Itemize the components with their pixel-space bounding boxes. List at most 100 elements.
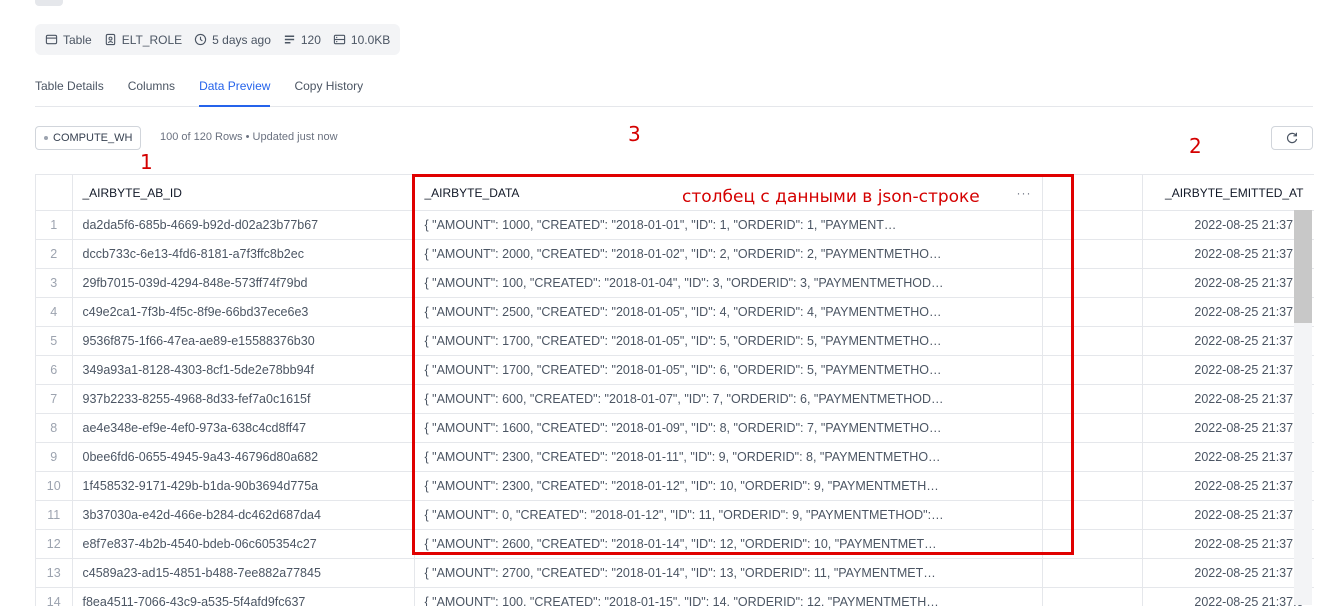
cell-ab-id[interactable]: c4589a23-ad15-4851-b488-7ee882a77845 — [72, 559, 414, 588]
cell-emitted-at[interactable]: 2022-08-25 21:37:0 — [1142, 240, 1314, 269]
table-row[interactable]: 113b37030a-e42d-466e-b284-dc462d687da4{ … — [36, 501, 1314, 530]
cell-ab-id[interactable]: 9536f875-1f66-47ea-ae89-e15588376b30 — [72, 327, 414, 356]
column-header-emitted-at[interactable]: _AIRBYTE_EMITTED_AT — [1142, 175, 1314, 211]
cell-emitted-at[interactable]: 2022-08-25 21:37:0 — [1142, 211, 1314, 240]
cell-data[interactable]: { "AMOUNT": 2500, "CREATED": "2018-01-05… — [414, 298, 1042, 327]
meta-type: Table — [45, 33, 92, 47]
cell-data[interactable]: { "AMOUNT": 1600, "CREATED": "2018-01-09… — [414, 414, 1042, 443]
table-row[interactable]: 14f8ea4511-7066-43c9-a535-5f4afd9fc637{ … — [36, 588, 1314, 606]
cell-ab-id[interactable]: 1f458532-9171-429b-b1da-90b3694d775a — [72, 472, 414, 501]
cell-spacer — [1042, 385, 1142, 414]
top-tab-stub — [35, 0, 63, 6]
cell-ab-id[interactable]: ae4e348e-ef9e-4ef0-973a-638c4cd8ff47 — [72, 414, 414, 443]
meta-role-label: ELT_ROLE — [122, 33, 182, 47]
cell-emitted-at[interactable]: 2022-08-25 21:37:0 — [1142, 588, 1314, 606]
refresh-icon — [1285, 131, 1299, 145]
cell-data[interactable]: { "AMOUNT": 2600, "CREATED": "2018-01-14… — [414, 530, 1042, 559]
cell-data[interactable]: { "AMOUNT": 100, "CREATED": "2018-01-15"… — [414, 588, 1042, 606]
table-row[interactable]: 6349a93a1-8128-4303-8cf1-5de2e78bb94f{ "… — [36, 356, 1314, 385]
rows-icon — [283, 33, 296, 46]
cell-ab-id[interactable]: 3b37030a-e42d-466e-b284-dc462d687da4 — [72, 501, 414, 530]
cell-emitted-at[interactable]: 2022-08-25 21:37:0 — [1142, 559, 1314, 588]
table-row[interactable]: 1da2da5f6-685b-4669-b92d-d02a23b77b67{ "… — [36, 211, 1314, 240]
column-header-ab-id[interactable]: _AIRBYTE_AB_ID — [72, 175, 414, 211]
header-row: _AIRBYTE_AB_ID _AIRBYTE_DATA ··· _AIRBYT… — [36, 175, 1314, 211]
storage-icon — [333, 33, 346, 46]
rows-info: 100 of 120 Rows • Updated just now — [160, 131, 338, 143]
tab-table-details[interactable]: Table Details — [35, 70, 104, 105]
cell-emitted-at[interactable]: 2022-08-25 21:37:0 — [1142, 501, 1314, 530]
tab-columns[interactable]: Columns — [128, 70, 175, 105]
cell-emitted-at[interactable]: 2022-08-25 21:37:0 — [1142, 530, 1314, 559]
cell-ab-id[interactable]: f8ea4511-7066-43c9-a535-5f4afd9fc637 — [72, 588, 414, 606]
cell-data[interactable]: { "AMOUNT": 1000, "CREATED": "2018-01-01… — [414, 211, 1042, 240]
table-row[interactable]: 12e8f7e837-4b2b-4540-bdeb-06c605354c27{ … — [36, 530, 1314, 559]
cell-data[interactable]: { "AMOUNT": 600, "CREATED": "2018-01-07"… — [414, 385, 1042, 414]
table-meta-bar: Table ELT_ROLE 5 days ago 120 10.0KB — [35, 24, 400, 55]
table-row[interactable]: 59536f875-1f66-47ea-ae89-e15588376b30{ "… — [36, 327, 1314, 356]
refresh-button[interactable] — [1271, 126, 1313, 150]
cell-spacer — [1042, 501, 1142, 530]
cell-data[interactable]: { "AMOUNT": 2300, "CREATED": "2018-01-12… — [414, 472, 1042, 501]
cell-ab-id[interactable]: e8f7e837-4b2b-4540-bdeb-06c605354c27 — [72, 530, 414, 559]
table-row[interactable]: 4c49e2ca1-7f3b-4f5c-8f9e-66bd37ece6e3{ "… — [36, 298, 1314, 327]
table-row[interactable]: 90bee6fd6-0655-4945-9a43-46796d80a682{ "… — [36, 443, 1314, 472]
cell-ab-id[interactable]: 349a93a1-8128-4303-8cf1-5de2e78bb94f — [72, 356, 414, 385]
row-number: 13 — [36, 559, 72, 588]
cell-emitted-at[interactable]: 2022-08-25 21:37:0 — [1142, 269, 1314, 298]
row-number: 1 — [36, 211, 72, 240]
cell-data[interactable]: { "AMOUNT": 1700, "CREATED": "2018-01-05… — [414, 327, 1042, 356]
cell-data[interactable]: { "AMOUNT": 0, "CREATED": "2018-01-12", … — [414, 501, 1042, 530]
row-number: 4 — [36, 298, 72, 327]
cell-spacer — [1042, 414, 1142, 443]
cell-spacer — [1042, 298, 1142, 327]
cell-emitted-at[interactable]: 2022-08-25 21:37:0 — [1142, 443, 1314, 472]
cell-ab-id[interactable]: 29fb7015-039d-4294-848e-573ff74f79bd — [72, 269, 414, 298]
table-row[interactable]: 8ae4e348e-ef9e-4ef0-973a-638c4cd8ff47{ "… — [36, 414, 1314, 443]
row-number: 5 — [36, 327, 72, 356]
cell-data[interactable]: { "AMOUNT": 2700, "CREATED": "2018-01-14… — [414, 559, 1042, 588]
cell-spacer — [1042, 240, 1142, 269]
cell-spacer — [1042, 530, 1142, 559]
status-dot-icon — [44, 136, 48, 140]
meta-type-label: Table — [63, 33, 92, 47]
cell-ab-id[interactable]: da2da5f6-685b-4669-b92d-d02a23b77b67 — [72, 211, 414, 240]
cell-emitted-at[interactable]: 2022-08-25 21:37:0 — [1142, 356, 1314, 385]
cell-ab-id[interactable]: 0bee6fd6-0655-4945-9a43-46796d80a682 — [72, 443, 414, 472]
table-row[interactable]: 2dccb733c-6e13-4fd6-8181-a7f3ffc8b2ec{ "… — [36, 240, 1314, 269]
table-row[interactable]: 101f458532-9171-429b-b1da-90b3694d775a{ … — [36, 472, 1314, 501]
cell-spacer — [1042, 472, 1142, 501]
cell-data[interactable]: { "AMOUNT": 2300, "CREATED": "2018-01-11… — [414, 443, 1042, 472]
cell-data[interactable]: { "AMOUNT": 100, "CREATED": "2018-01-04"… — [414, 269, 1042, 298]
cell-emitted-at[interactable]: 2022-08-25 21:37:0 — [1142, 298, 1314, 327]
data-table: _AIRBYTE_AB_ID _AIRBYTE_DATA ··· _AIRBYT… — [36, 175, 1314, 606]
table-row[interactable]: 7937b2233-8255-4968-8d33-fef7a0c1615f{ "… — [36, 385, 1314, 414]
meta-size: 10.0KB — [333, 33, 390, 47]
tab-copy-history[interactable]: Copy History — [294, 70, 363, 105]
table-row[interactable]: 329fb7015-039d-4294-848e-573ff74f79bd{ "… — [36, 269, 1314, 298]
cell-emitted-at[interactable]: 2022-08-25 21:37:0 — [1142, 472, 1314, 501]
row-number: 2 — [36, 240, 72, 269]
cell-emitted-at[interactable]: 2022-08-25 21:37:0 — [1142, 327, 1314, 356]
meta-rows-label: 120 — [301, 33, 321, 47]
tab-bar: Table Details Columns Data Preview Copy … — [35, 70, 1313, 107]
vertical-scrollbar-thumb[interactable] — [1294, 210, 1312, 323]
warehouse-selector[interactable]: COMPUTE_WH — [35, 126, 141, 150]
cell-ab-id[interactable]: 937b2233-8255-4968-8d33-fef7a0c1615f — [72, 385, 414, 414]
cell-data[interactable]: { "AMOUNT": 1700, "CREATED": "2018-01-05… — [414, 356, 1042, 385]
tab-data-preview[interactable]: Data Preview — [199, 70, 270, 107]
cell-spacer — [1042, 327, 1142, 356]
row-number: 14 — [36, 588, 72, 606]
role-badge-icon — [104, 33, 117, 46]
cell-emitted-at[interactable]: 2022-08-25 21:37:0 — [1142, 414, 1314, 443]
cell-emitted-at[interactable]: 2022-08-25 21:37:0 — [1142, 385, 1314, 414]
table-row[interactable]: 13c4589a23-ad15-4851-b488-7ee882a77845{ … — [36, 559, 1314, 588]
meta-updated-label: 5 days ago — [212, 33, 271, 47]
column-header-spacer — [1042, 175, 1142, 211]
more-options-icon[interactable]: ··· — [1017, 186, 1032, 200]
annotation-note: столбец с данными в json-строке — [682, 187, 980, 207]
cell-data[interactable]: { "AMOUNT": 2000, "CREATED": "2018-01-02… — [414, 240, 1042, 269]
warehouse-label: COMPUTE_WH — [53, 132, 132, 144]
cell-ab-id[interactable]: dccb733c-6e13-4fd6-8181-a7f3ffc8b2ec — [72, 240, 414, 269]
cell-ab-id[interactable]: c49e2ca1-7f3b-4f5c-8f9e-66bd37ece6e3 — [72, 298, 414, 327]
